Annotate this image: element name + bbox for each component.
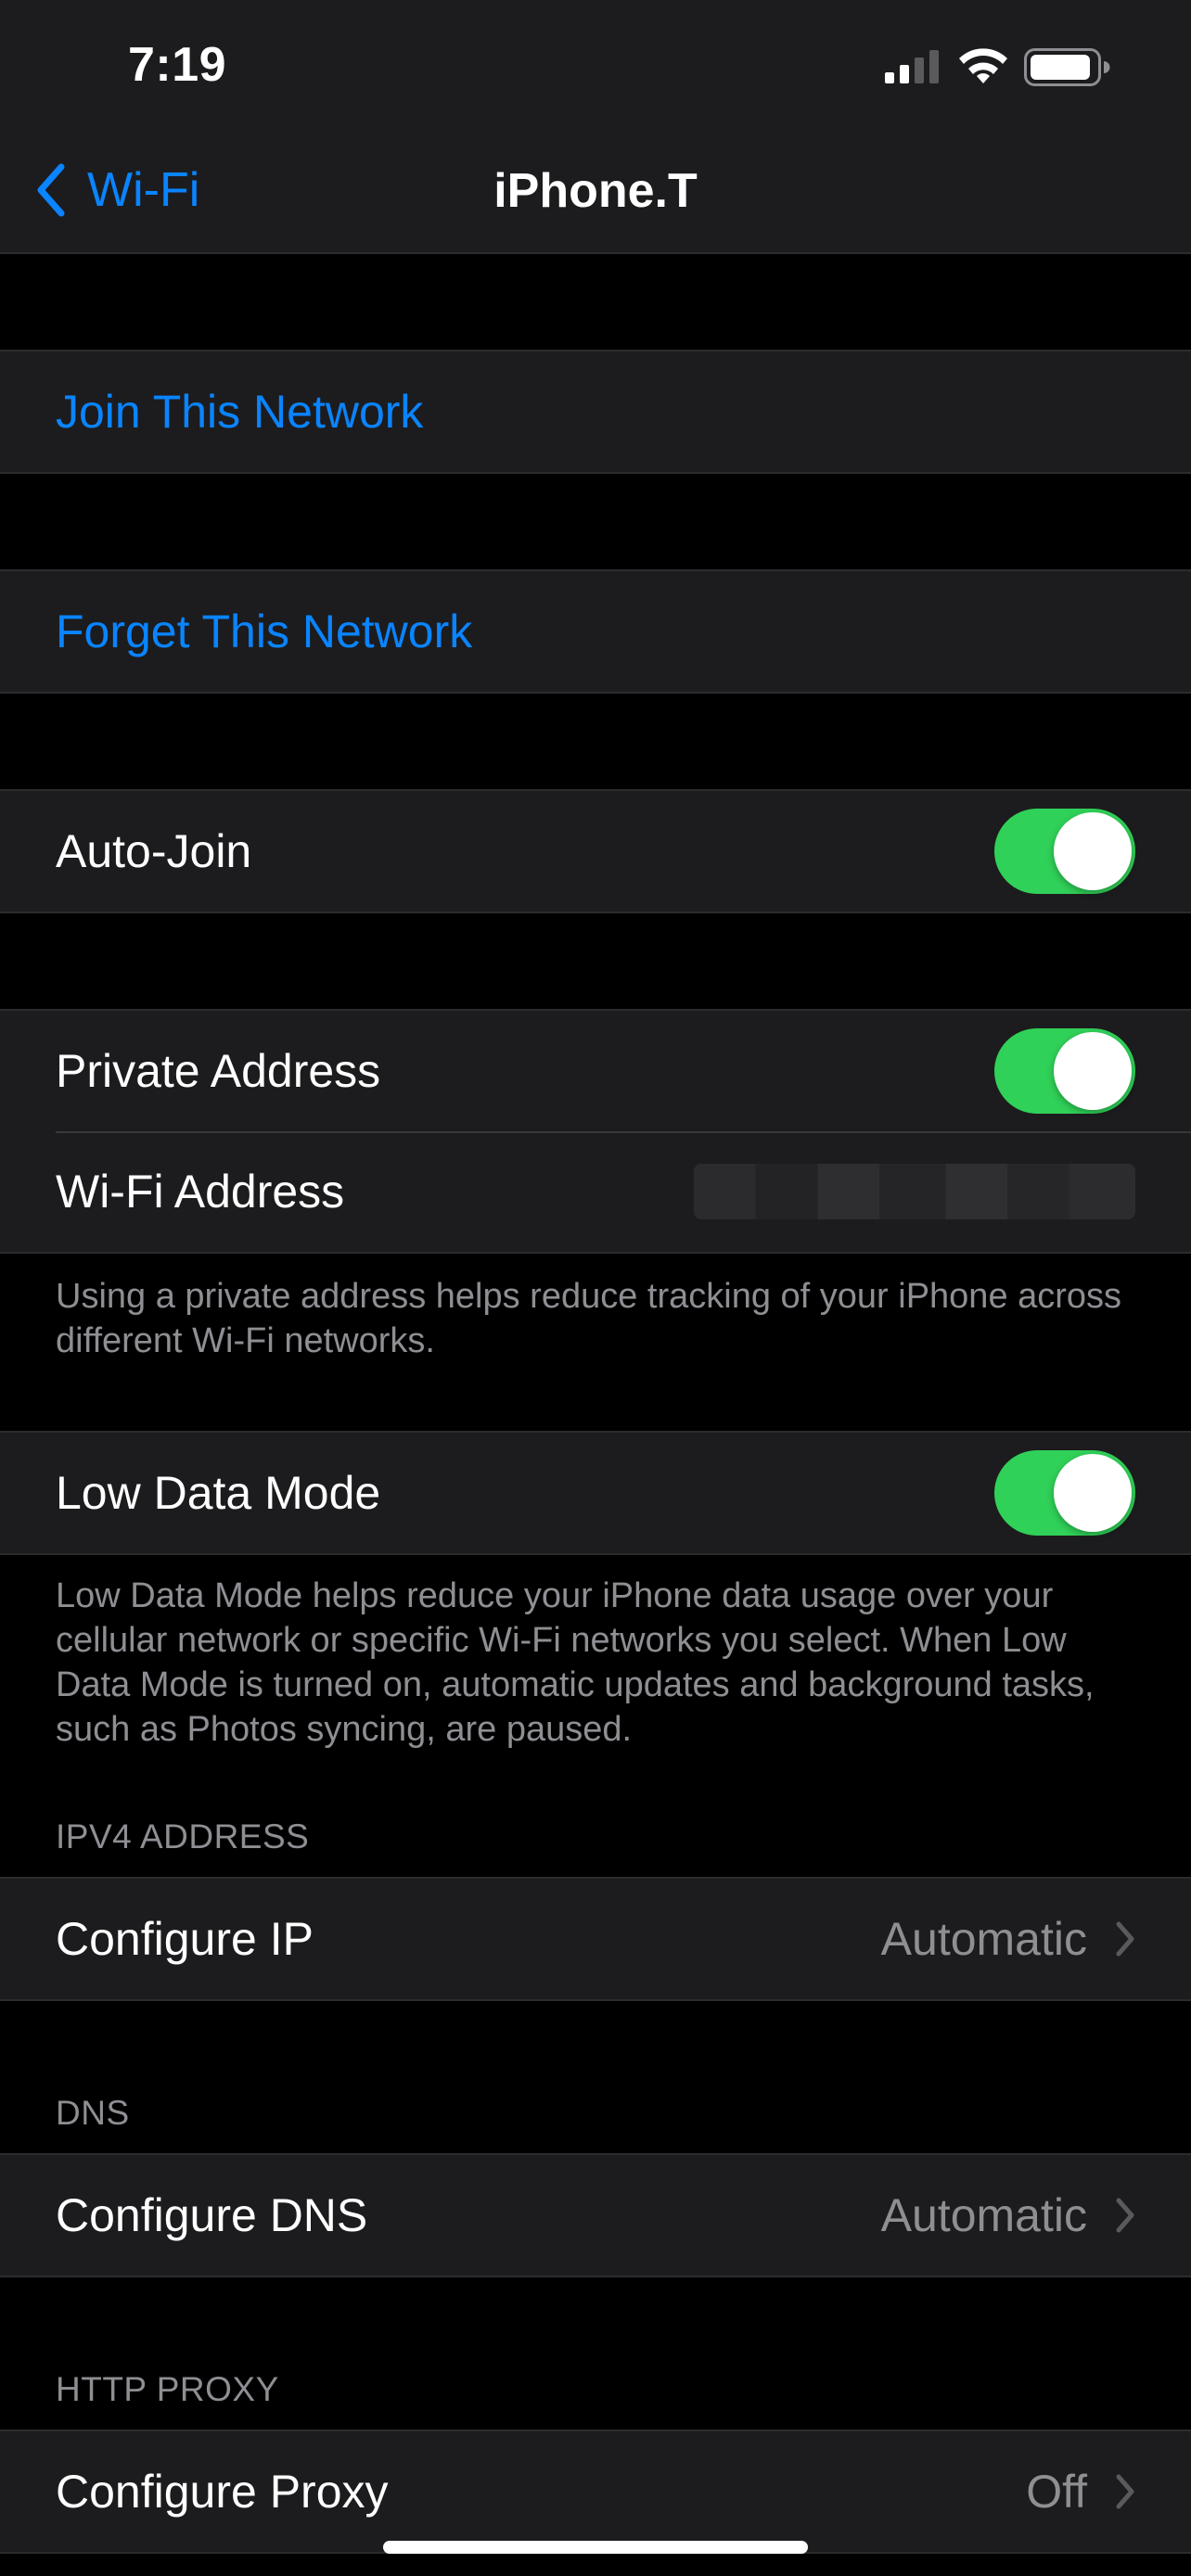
configure-dns-row[interactable]: Configure DNS Automatic [0,2155,1191,2276]
configure-ip-label: Configure IP [56,1913,314,1965]
navigation-bar: Wi-Fi iPhone.T [0,130,1191,254]
join-network-group: Join This Network [0,350,1191,474]
dns-group: Configure DNS Automatic [0,2153,1191,2277]
private-address-row: Private Address [0,1011,1191,1131]
auto-join-group: Auto-Join [0,789,1191,913]
auto-join-label: Auto-Join [56,825,252,877]
auto-join-row: Auto-Join [0,791,1191,912]
cellular-signal-icon [885,50,939,83]
chevron-right-icon [1116,2198,1134,2233]
page-title: iPhone.T [493,164,698,218]
auto-join-toggle[interactable] [994,809,1135,894]
forget-network-group: Forget This Network [0,569,1191,694]
wifi-address-value-redacted [694,1164,1135,1219]
http-proxy-section-header: HTTP PROXY [56,2370,279,2408]
chevron-right-icon [1116,2474,1134,2509]
private-address-label: Private Address [56,1045,381,1097]
status-bar: 7:19 [0,0,1191,130]
low-data-mode-row: Low Data Mode [0,1433,1191,1553]
join-network-row[interactable]: Join This Network [0,351,1191,472]
status-icons [885,45,1117,89]
configure-dns-value: Automatic [880,2189,1087,2241]
http-proxy-group: Configure Proxy Off [0,2429,1191,2554]
wifi-address-label: Wi-Fi Address [56,1166,345,1218]
toggle-knob [1054,1032,1132,1110]
chevron-right-icon [1116,1921,1134,1957]
low-data-mode-toggle[interactable] [994,1450,1135,1536]
configure-ip-value: Automatic [880,1913,1087,1965]
private-address-toggle[interactable] [994,1028,1135,1114]
forget-network-row[interactable]: Forget This Network [0,571,1191,692]
toggle-knob [1054,1454,1132,1532]
low-data-mode-footer: Low Data Mode helps reduce your iPhone d… [56,1576,1095,1749]
home-indicator[interactable] [383,2541,808,2554]
status-time: 7:19 [128,38,227,92]
wifi-address-row: Wi-Fi Address [0,1131,1191,1252]
toggle-knob [1054,812,1132,890]
low-data-mode-group: Low Data Mode [0,1431,1191,1555]
configure-proxy-label: Configure Proxy [56,2466,389,2518]
dns-section-header: DNS [56,2094,130,2132]
private-address-footer: Using a private address helps reduce tra… [56,1277,1122,1360]
configure-dns-label: Configure DNS [56,2189,368,2241]
configure-proxy-value: Off [1026,2466,1087,2518]
join-network-button[interactable]: Join This Network [56,385,1135,439]
private-address-group: Private Address Wi-Fi Address [0,1009,1191,1254]
wifi-icon [959,48,1007,83]
configure-ip-row[interactable]: Configure IP Automatic [0,1879,1191,1999]
ipv4-section-header: IPV4 ADDRESS [56,1817,310,1855]
ipv4-group: Configure IP Automatic [0,1877,1191,2001]
configure-proxy-row[interactable]: Configure Proxy Off [0,2431,1191,2552]
forget-network-button[interactable]: Forget This Network [56,605,1135,658]
low-data-mode-label: Low Data Mode [56,1467,381,1519]
battery-icon [1024,48,1110,86]
